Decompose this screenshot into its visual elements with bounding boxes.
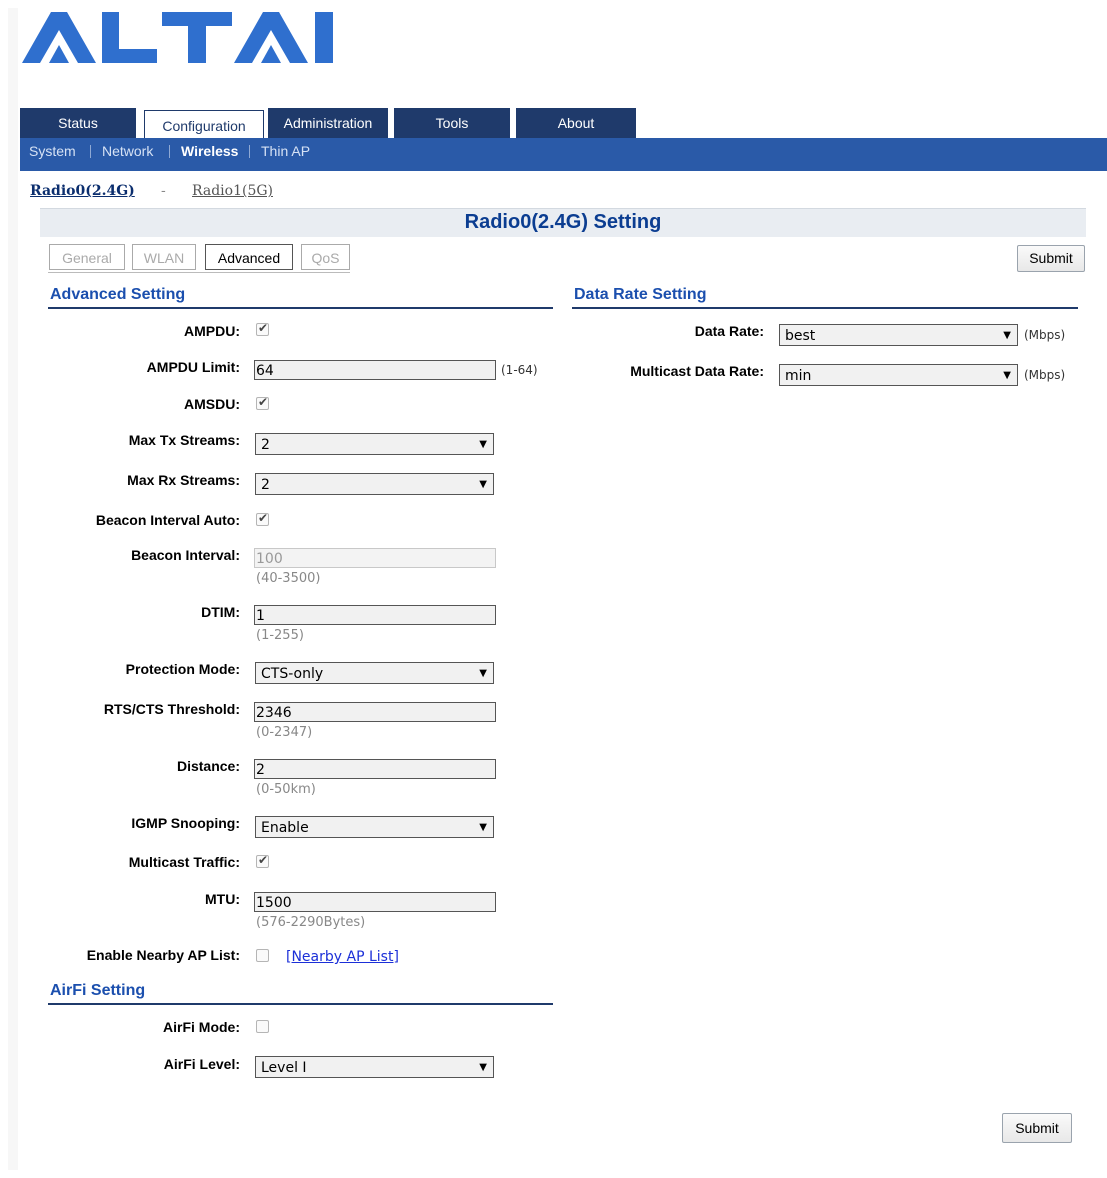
check-icon: ✔	[258, 853, 269, 867]
beacon-interval-auto-label: Beacon Interval Auto:	[95, 512, 240, 528]
dropdown-arrow-icon: ▼	[479, 1062, 487, 1073]
check-icon: ✔	[258, 511, 269, 525]
tab-tools[interactable]: Tools	[394, 108, 510, 138]
tab-status[interactable]: Status	[20, 108, 136, 138]
enable-nearby-ap-list-label: Enable Nearby AP List:	[86, 947, 240, 963]
rts-cts-threshold-label: RTS/CTS Threshold:	[103, 701, 240, 717]
igmp-snooping-select[interactable]: Enable ▼	[255, 816, 494, 838]
check-icon: ✔	[258, 395, 269, 409]
page-title: Radio0(2.4G) Setting	[464, 211, 662, 233]
max-tx-streams-value: 2	[261, 437, 270, 453]
max-tx-streams-label: Max Tx Streams:	[128, 432, 240, 448]
settings-title-bar: Radio0(2.4G) Setting	[40, 208, 1086, 237]
data-rate-unit: (Mbps)	[1024, 328, 1066, 342]
subnav-system[interactable]: System	[29, 138, 76, 164]
distance-label: Distance:	[176, 758, 240, 774]
ampdu-label: AMPDU:	[184, 323, 240, 339]
dropdown-arrow-icon: ▼	[479, 668, 487, 679]
ampdu-limit-label: AMPDU Limit:	[146, 359, 240, 375]
airfi-mode-label: AirFi Mode:	[163, 1019, 240, 1035]
sub-navigation: System Network Wireless Thin AP	[20, 138, 1107, 171]
page-body	[18, 0, 1107, 1178]
beacon-interval-range: (40-3500)	[256, 571, 321, 586]
ampdu-checkbox[interactable]: ✔	[256, 321, 269, 336]
airfi-level-select[interactable]: Level I ▼	[255, 1056, 494, 1078]
rts-cts-threshold-range: (0-2347)	[256, 725, 313, 740]
subtab-underline	[48, 272, 350, 273]
mtu-range: (576-2290Bytes)	[256, 915, 366, 930]
multicast-data-rate-label: Multicast Data Rate:	[630, 363, 764, 379]
check-icon: ✔	[258, 321, 269, 335]
data-rate-label: Data Rate:	[694, 323, 764, 339]
dtim-label: DTIM:	[201, 604, 240, 620]
airfi-level-label: AirFi Level:	[163, 1056, 240, 1072]
tab-administration[interactable]: Administration	[268, 108, 388, 138]
multicast-traffic-checkbox[interactable]: ✔	[256, 853, 269, 868]
amsdu-label: AMSDU:	[184, 396, 240, 412]
submit-button-top[interactable]: Submit	[1017, 245, 1085, 272]
airfi-setting-rule	[48, 1003, 553, 1005]
subnav-network[interactable]: Network	[102, 138, 153, 164]
max-rx-streams-value: 2	[261, 477, 270, 493]
data-rate-value: best	[785, 328, 816, 344]
protection-mode-label: Protection Mode:	[125, 661, 240, 677]
radio0-link[interactable]: Radio0(2.4G)	[30, 183, 135, 199]
tab-about[interactable]: About	[516, 108, 636, 138]
radio1-link[interactable]: Radio1(5G)	[192, 183, 273, 199]
altai-logo	[22, 12, 367, 64]
subnav-wireless[interactable]: Wireless	[181, 138, 238, 164]
tab-configuration[interactable]: Configuration	[144, 110, 264, 139]
beacon-interval-input[interactable]: 100	[254, 548, 496, 568]
mtu-label: MTU:	[205, 891, 240, 907]
dropdown-arrow-icon: ▼	[1003, 330, 1011, 341]
protection-mode-value: CTS-only	[261, 666, 324, 682]
amsdu-checkbox[interactable]: ✔	[256, 395, 269, 410]
ampdu-limit-input[interactable]: 64	[254, 360, 496, 380]
dtim-input[interactable]: 1	[254, 605, 496, 625]
advanced-setting-heading: Advanced Setting	[50, 286, 186, 303]
radio-separator: -	[161, 183, 166, 199]
dropdown-arrow-icon: ▼	[479, 439, 487, 450]
dropdown-arrow-icon: ▼	[479, 822, 487, 833]
beacon-interval-label: Beacon Interval:	[131, 547, 240, 563]
subnav-thin-ap[interactable]: Thin AP	[261, 138, 310, 164]
subnav-separator	[90, 145, 91, 158]
mtu-input[interactable]: 1500	[254, 892, 496, 912]
airfi-level-value: Level I	[261, 1060, 307, 1076]
subnav-separator	[249, 145, 250, 158]
max-rx-streams-select[interactable]: 2 ▼	[255, 473, 494, 495]
ampdu-limit-range: (1-64)	[501, 363, 538, 377]
dropdown-arrow-icon: ▼	[1003, 370, 1011, 381]
beacon-interval-auto-checkbox[interactable]: ✔	[256, 511, 269, 526]
enable-nearby-ap-list-checkbox[interactable]	[256, 949, 269, 962]
nearby-ap-list-link[interactable]: [Nearby AP List]	[286, 949, 399, 965]
igmp-snooping-value: Enable	[261, 820, 309, 836]
distance-range: (0-50km)	[256, 782, 316, 797]
protection-mode-select[interactable]: CTS-only ▼	[255, 662, 494, 684]
max-tx-streams-select[interactable]: 2 ▼	[255, 433, 494, 455]
subnav-separator	[169, 145, 170, 158]
dropdown-arrow-icon: ▼	[479, 479, 487, 490]
multicast-traffic-label: Multicast Traffic:	[128, 854, 240, 870]
subtab-wlan[interactable]: WLAN	[132, 244, 196, 270]
airfi-mode-checkbox[interactable]	[256, 1020, 269, 1033]
subtab-general[interactable]: General	[49, 244, 125, 270]
multicast-data-rate-value: min	[785, 368, 812, 384]
rts-cts-threshold-input[interactable]: 2346	[254, 702, 496, 722]
max-rx-streams-label: Max Rx Streams:	[127, 472, 240, 488]
dtim-range: (1-255)	[256, 628, 304, 643]
submit-button-bottom[interactable]: Submit	[1002, 1113, 1072, 1143]
multicast-data-rate-unit: (Mbps)	[1024, 368, 1066, 382]
data-rate-select[interactable]: best ▼	[779, 324, 1018, 346]
data-rate-setting-heading: Data Rate Setting	[574, 286, 707, 303]
data-rate-setting-rule	[572, 307, 1078, 309]
subtab-qos[interactable]: QoS	[301, 244, 350, 270]
igmp-snooping-label: IGMP Snooping:	[131, 815, 240, 831]
airfi-setting-heading: AirFi Setting	[50, 982, 146, 999]
multicast-data-rate-select[interactable]: min ▼	[779, 364, 1018, 386]
subtab-advanced[interactable]: Advanced	[205, 244, 293, 270]
advanced-setting-rule	[48, 307, 553, 309]
distance-input[interactable]: 2	[254, 759, 496, 779]
